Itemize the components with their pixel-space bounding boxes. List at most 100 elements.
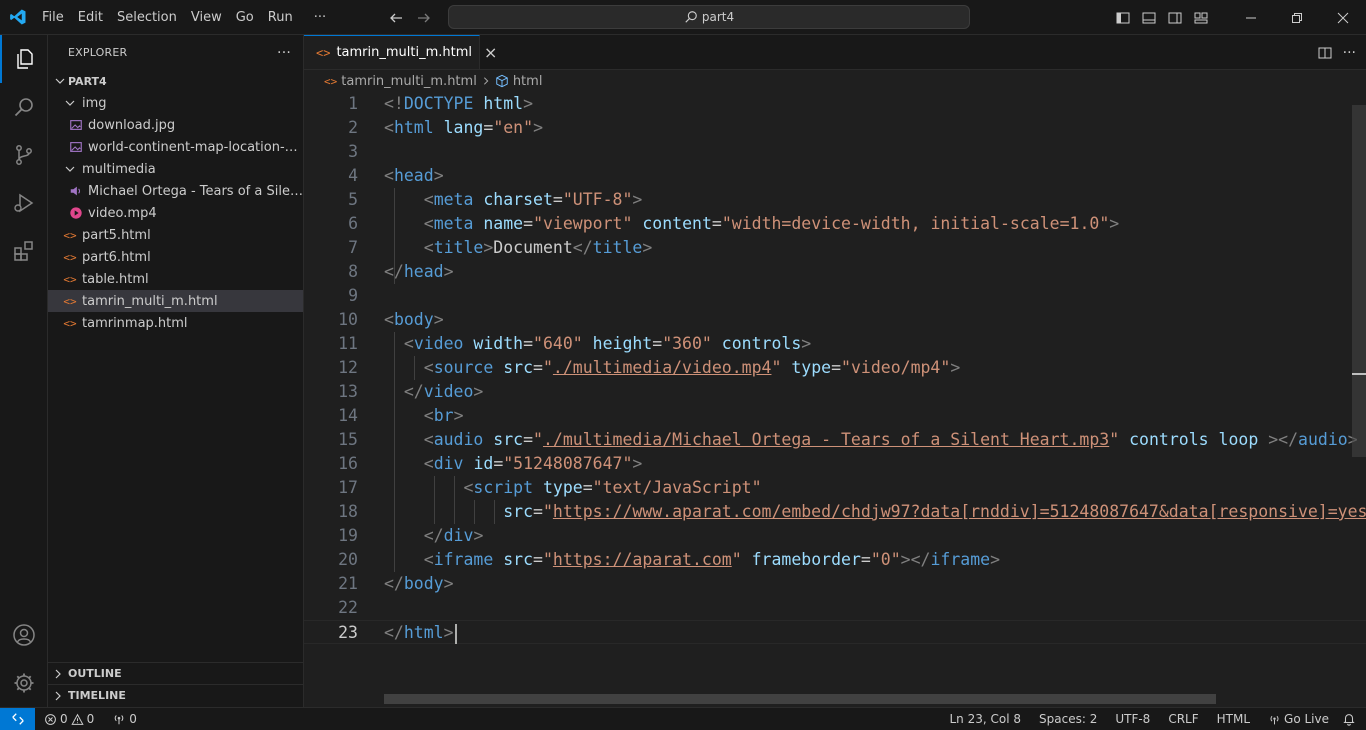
command-center-label: part4 xyxy=(701,10,735,24)
code-line[interactable]: 20 <iframe src="https://aparat.com" fram… xyxy=(304,548,1366,572)
code-token: < xyxy=(384,118,394,137)
code-line[interactable]: 3 xyxy=(304,140,1366,164)
workspace-root[interactable]: PART4 xyxy=(48,70,303,92)
language-mode[interactable]: HTML xyxy=(1212,708,1255,730)
tree-file[interactable]: <> tamrinmap.html xyxy=(48,312,303,334)
tree-file[interactable]: world-continent-map-location-gra... xyxy=(48,136,303,158)
tree-file[interactable]: Michael Ortega - Tears of a Silent H... xyxy=(48,180,303,202)
toggle-primary-sidebar-icon[interactable] xyxy=(1110,0,1136,35)
extensions-icon[interactable] xyxy=(0,227,48,275)
code-line[interactable]: 7 <title>Document</title> xyxy=(304,236,1366,260)
code-line[interactable]: 13 </video> xyxy=(304,380,1366,404)
code-line[interactable]: 19 </div> xyxy=(304,524,1366,548)
toggle-panel-icon[interactable] xyxy=(1136,0,1162,35)
code-line[interactable]: 18 src="https://www.aparat.com/embed/chd… xyxy=(304,500,1366,524)
breadcrumb: <> tamrin_multi_m.html html xyxy=(304,70,1366,92)
tree-file[interactable]: <> part6.html xyxy=(48,246,303,268)
ports-status[interactable]: 0 xyxy=(107,708,142,730)
code-token: source xyxy=(433,358,494,377)
code-editor[interactable]: 1 <!DOCTYPE html> 2 <html lang="en"> 3 4 <head… xyxy=(304,92,1366,692)
vertical-scrollbar[interactable] xyxy=(1352,105,1366,457)
menu-run[interactable]: Run xyxy=(261,0,300,35)
tree-item-label: Michael Ortega - Tears of a Silent H... xyxy=(88,183,303,199)
tree-file[interactable]: download.jpg xyxy=(48,114,303,136)
split-editor-icon[interactable] xyxy=(1317,45,1333,61)
menu-selection[interactable]: Selection xyxy=(110,0,184,35)
minimize-icon[interactable] xyxy=(1228,0,1274,35)
menu-more[interactable]: ··· xyxy=(300,0,340,35)
menu-view[interactable]: View xyxy=(184,0,229,35)
code-line[interactable]: 15 <audio src="./multimedia/Michael Orte… xyxy=(304,428,1366,452)
code-line[interactable]: 23 </html> xyxy=(304,620,1366,644)
code-token: < xyxy=(423,430,434,449)
code-line[interactable]: 14 <br> xyxy=(304,404,1366,428)
line-number: 4 xyxy=(348,166,358,185)
tree-folder[interactable]: img xyxy=(48,92,303,114)
code-line[interactable]: 1 <!DOCTYPE html> xyxy=(304,92,1366,116)
customize-layout-icon[interactable] xyxy=(1188,0,1214,35)
go-live-button[interactable]: Go Live xyxy=(1263,708,1334,730)
navigation-arrows xyxy=(388,0,432,35)
breadcrumb-element[interactable]: html xyxy=(513,74,543,89)
breadcrumb-file[interactable]: tamrin_multi_m.html xyxy=(341,74,477,89)
code-line[interactable]: 22 xyxy=(304,596,1366,620)
code-line[interactable]: 9 xyxy=(304,284,1366,308)
command-center-search[interactable]: part4 xyxy=(448,5,970,29)
code-line[interactable]: 17 <script type="text/JavaScript" xyxy=(304,476,1366,500)
tab-label: tamrin_multi_m.html xyxy=(336,45,473,60)
notifications-bell-icon[interactable] xyxy=(1342,712,1356,726)
source-control-icon[interactable] xyxy=(0,131,48,179)
code-line[interactable]: 4 <head> xyxy=(304,164,1366,188)
code-token: DOCTYPE xyxy=(403,94,474,113)
toggle-secondary-sidebar-icon[interactable] xyxy=(1162,0,1188,35)
back-arrow-icon[interactable] xyxy=(388,10,404,26)
code-line[interactable]: 8 </head> xyxy=(304,260,1366,284)
code-token: "360" xyxy=(662,334,712,353)
manage-gear-icon[interactable] xyxy=(0,659,48,707)
menu-go[interactable]: Go xyxy=(229,0,261,35)
image-file-icon xyxy=(68,139,84,155)
code-line[interactable]: 16 <div id="51248087647"> xyxy=(304,452,1366,476)
tree-file[interactable]: <> part5.html xyxy=(48,224,303,246)
menu-file[interactable]: File xyxy=(35,0,71,35)
code-token: controls xyxy=(721,334,802,353)
tab-tamrin-multi-m[interactable]: <> tamrin_multi_m.html × xyxy=(304,35,497,69)
restore-icon[interactable] xyxy=(1274,0,1320,35)
more-actions-icon[interactable]: ··· xyxy=(1343,45,1356,61)
tree-file[interactable]: video.mp4 xyxy=(48,202,303,224)
tree-folder[interactable]: multimedia xyxy=(48,158,303,180)
close-window-icon[interactable] xyxy=(1320,0,1366,35)
accounts-icon[interactable] xyxy=(0,611,48,659)
timeline-section[interactable]: TIMELINE xyxy=(48,684,303,706)
outline-section[interactable]: OUTLINE xyxy=(48,662,303,684)
forward-arrow-icon[interactable] xyxy=(416,10,432,26)
tab-close-icon[interactable]: × xyxy=(484,43,497,62)
code-line[interactable]: 12 <source src="./multimedia/video.mp4" … xyxy=(304,356,1366,380)
code-token: = xyxy=(582,478,593,497)
indentation[interactable]: Spaces: 2 xyxy=(1034,708,1102,730)
code-line[interactable]: 11 <video width="640" height="360" contr… xyxy=(304,332,1366,356)
code-line[interactable]: 2 <html lang="en"> xyxy=(304,116,1366,140)
end-of-line[interactable]: CRLF xyxy=(1163,708,1203,730)
explorer-more-actions[interactable]: ··· xyxy=(277,45,291,61)
code-line[interactable]: 6 <meta name="viewport" content="width=d… xyxy=(304,212,1366,236)
remote-indicator-icon[interactable] xyxy=(0,708,35,730)
tree-file[interactable]: <> table.html xyxy=(48,268,303,290)
tree-file[interactable]: <> tamrin_multi_m.html xyxy=(48,290,303,312)
code-line[interactable]: 5 <meta charset="UTF-8"> xyxy=(304,188,1366,212)
problems-status[interactable]: 0 0 xyxy=(39,708,99,730)
code-line[interactable]: 10 <body> xyxy=(304,308,1366,332)
menu-edit[interactable]: Edit xyxy=(71,0,110,35)
code-line[interactable]: 21 </body> xyxy=(304,572,1366,596)
run-debug-icon[interactable] xyxy=(0,179,48,227)
horizontal-scrollbar[interactable] xyxy=(384,694,1216,704)
html-file-icon: <> xyxy=(63,316,77,330)
encoding[interactable]: UTF-8 xyxy=(1110,708,1155,730)
search-view-icon[interactable] xyxy=(0,83,48,131)
explorer-icon[interactable] xyxy=(0,35,48,83)
cursor-position[interactable]: Ln 23, Col 8 xyxy=(945,708,1027,730)
code-token: name xyxy=(483,214,524,233)
